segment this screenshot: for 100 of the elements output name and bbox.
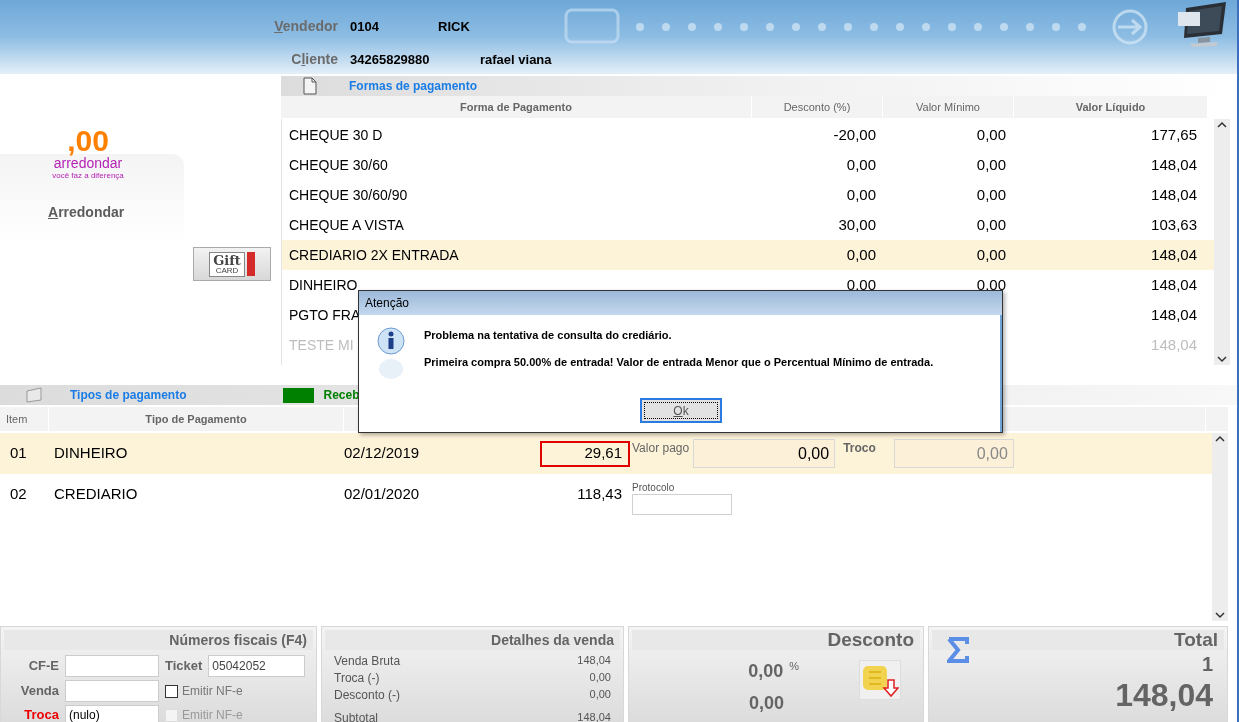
column-header: Forma de Pagamento [281,96,751,118]
discount-amount: 0,00 [748,692,784,715]
arredondar-button[interactable]: Arredondar [40,200,133,225]
column-header: Desconto (%) [752,96,882,118]
table-cell: 148,04 [1151,275,1197,293]
panel-title: Números fiscais (F4) [4,630,313,650]
scroll-down-icon[interactable] [1217,355,1227,363]
troca-field[interactable]: (nulo) [65,705,159,722]
table-cell: CHEQUE 30 D [289,126,383,143]
section-title: Tipos de pagamento [70,387,187,404]
sigma-icon [947,637,969,663]
table-cell: 0,00 [846,185,876,203]
detail-value: 0,00 [589,670,611,686]
detail-label: Desconto (-) [334,686,401,704]
discount-percent: 0,00 [748,660,784,683]
venda-field[interactable] [65,680,159,702]
cfe-label: CF-E [27,657,59,676]
nfe-label: Emitir NF-e [182,707,243,722]
value-cell: 29,61 [540,440,630,467]
table-cell: 0,00 [976,275,1006,293]
gift-card-button[interactable]: Gift CARD [193,247,271,281]
detail-value: 148,04 [577,653,611,669]
logo-name: arredondar [53,156,123,171]
vendedor-label: Vendedor [273,17,338,36]
scrollbar[interactable] [1212,433,1228,621]
paid-label: Valor pago [632,440,690,457]
table-cell: 0,00 [976,185,1006,203]
table-cell: CREDIARIO 2X ENTRADA [289,246,459,263]
cliente-name: rafael viana [479,51,552,69]
table-cell: 148,04 [1151,185,1197,203]
ticket-field[interactable]: 05042052 [208,655,306,677]
scroll-down-icon[interactable] [1215,611,1225,619]
table-cell: 0,00 [976,125,1006,143]
card-icon [25,387,45,403]
table-cell: 103,63 [1151,215,1197,233]
status-swatch [283,387,315,403]
table-cell: -20,00 [833,125,876,143]
table-cell: CHEQUE 30/60 [289,156,388,173]
logo-slogan: você faz a diferença [52,171,124,180]
detail-value: 0,00 [589,687,611,703]
table-cell: 0,00 [976,155,1006,173]
table-cell-text: DINHEIRO [54,443,129,464]
protocol-label: Protocolo [632,482,676,494]
table-cell: DINHEIRO [289,276,358,293]
cliente-label: Cliente [290,50,338,69]
table-cell: CHEQUE 30/60/90 [289,186,408,203]
nfe-label: Emitir NF-e [182,683,243,700]
panel-title: Total [932,630,1224,650]
logo-value: ,00 [67,126,109,156]
paid-field[interactable]: 0,00 [693,439,836,468]
detail-value: 148,04 [577,710,611,722]
discount-button[interactable] [859,660,901,700]
table-cell-text: 02/01/2020 [344,484,421,505]
percent-sign: % [789,659,799,674]
troca-label: Troca [23,706,59,722]
column-header: Tipo de Pagamento [49,407,343,431]
table-cell-text: CREDIARIO [54,484,139,505]
column-header: Item [0,407,48,431]
table-cell: 0,00 [846,155,876,173]
tag-icon [246,252,255,276]
venda-label: Venda [19,682,59,701]
vendedor-name: RICK [438,18,471,36]
document-icon [303,77,317,95]
detail-label: Subtotal [334,709,379,722]
table-cell: 148,04 [1151,155,1197,173]
table-cell: 148,04 [1151,245,1197,263]
table-row[interactable]: CREDIARIO 2X ENTRADA 0,00 0,00 148,04 [282,240,1214,270]
scrollbar[interactable] [1214,119,1230,365]
column-header: Valor Mínimo [883,96,1013,118]
info-icon [375,327,407,381]
detail-label: Venda Bruta [334,652,401,670]
total-amount: 148,04 [1115,676,1213,714]
table-cell: 0,00 [846,245,876,263]
table-cell: 0,00 [976,245,1006,263]
table-cell-text: 01 [9,443,28,464]
table-cell-text: 02 [9,484,28,505]
section-title: Formas de pagamento [349,78,478,95]
scroll-up-icon[interactable] [1217,121,1227,129]
table-cell: 177,65 [1151,125,1197,143]
dialog-message: Primeira compra 50.00% de entrada! Valor de entrada Menor que o Percentual Mínimo de entrada. [424,354,934,370]
table-cell: CHEQUE A VISTA [289,216,404,233]
table-cell: 0,00 [846,275,876,293]
table-cell: TESTE MI [289,336,354,353]
detail-label: Troca (-) [334,669,380,687]
cfe-field[interactable] [65,655,159,677]
nfe-checkbox[interactable] [165,684,178,698]
dialog-message: Problema na tentativa de consulta do crediário. [424,328,673,343]
column-header: Valor Líquido [1014,96,1207,118]
table-row[interactable]: 01 DINHEIRO 02/12/2019 29,61 Valor pago 0,00 Troco 0,00 [0,433,1212,474]
table-cell: 0,00 [976,215,1006,233]
table-cell: 30,00 [838,215,876,233]
change-label: Troco [843,440,876,457]
table-cell: 148,04 [1151,335,1197,353]
protocol-field[interactable] [632,494,732,515]
ticket-label: Ticket [165,657,203,676]
vendedor-code: 0104 [350,18,380,36]
scroll-up-icon[interactable] [1215,435,1225,443]
panel-title: Desconto [632,630,920,650]
table-cell: 148,04 [1151,305,1197,323]
ok-button[interactable]: Ok [640,398,722,423]
